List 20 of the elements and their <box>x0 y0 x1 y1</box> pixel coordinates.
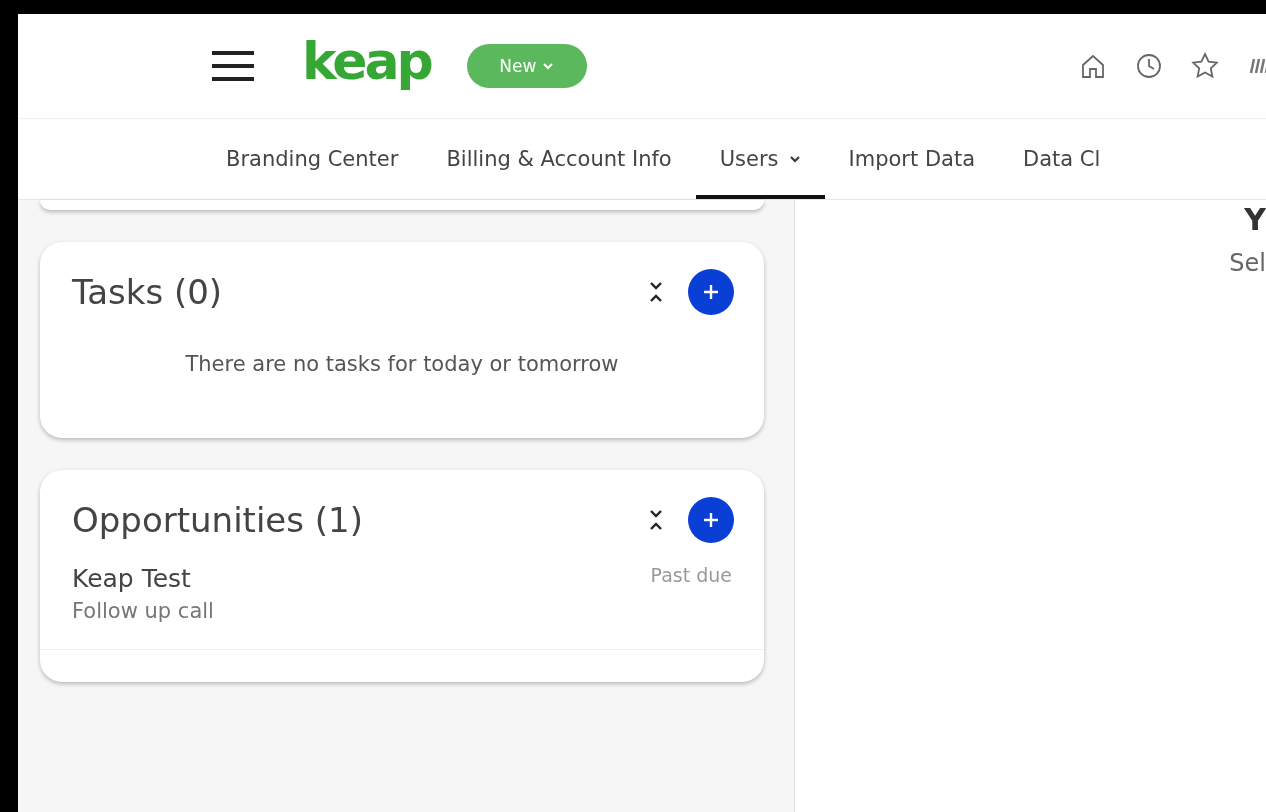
card-title: Opportunities (1) <box>72 500 364 540</box>
clock-icon[interactable] <box>1134 51 1164 81</box>
nav-tab[interactable]: Import Data <box>824 119 1000 199</box>
opportunity-subtitle: Follow up call <box>72 599 215 623</box>
star-icon[interactable] <box>1190 51 1220 81</box>
plus-icon <box>702 283 720 301</box>
card-title: Tasks (0) <box>72 272 224 312</box>
menu-icon[interactable] <box>210 50 256 82</box>
status-label: Past due <box>650 564 732 588</box>
add-button[interactable] <box>688 269 734 315</box>
nav-tab[interactable]: Branding Center <box>202 119 423 199</box>
nav-tab[interactable]: Billing & Account Info <box>422 119 696 199</box>
nav-tab[interactable]: Data Cl <box>999 119 1125 199</box>
panel-heading: Y <box>1244 202 1266 237</box>
empty-message: There are no tasks for today or tomorrow <box>184 351 620 378</box>
panel-subtext: Sel <box>1229 249 1266 277</box>
caret-icon <box>542 60 555 72</box>
add-button[interactable] <box>688 497 734 543</box>
opportunity-name[interactable]: Keap Test <box>72 564 651 593</box>
plus-icon <box>702 511 720 529</box>
